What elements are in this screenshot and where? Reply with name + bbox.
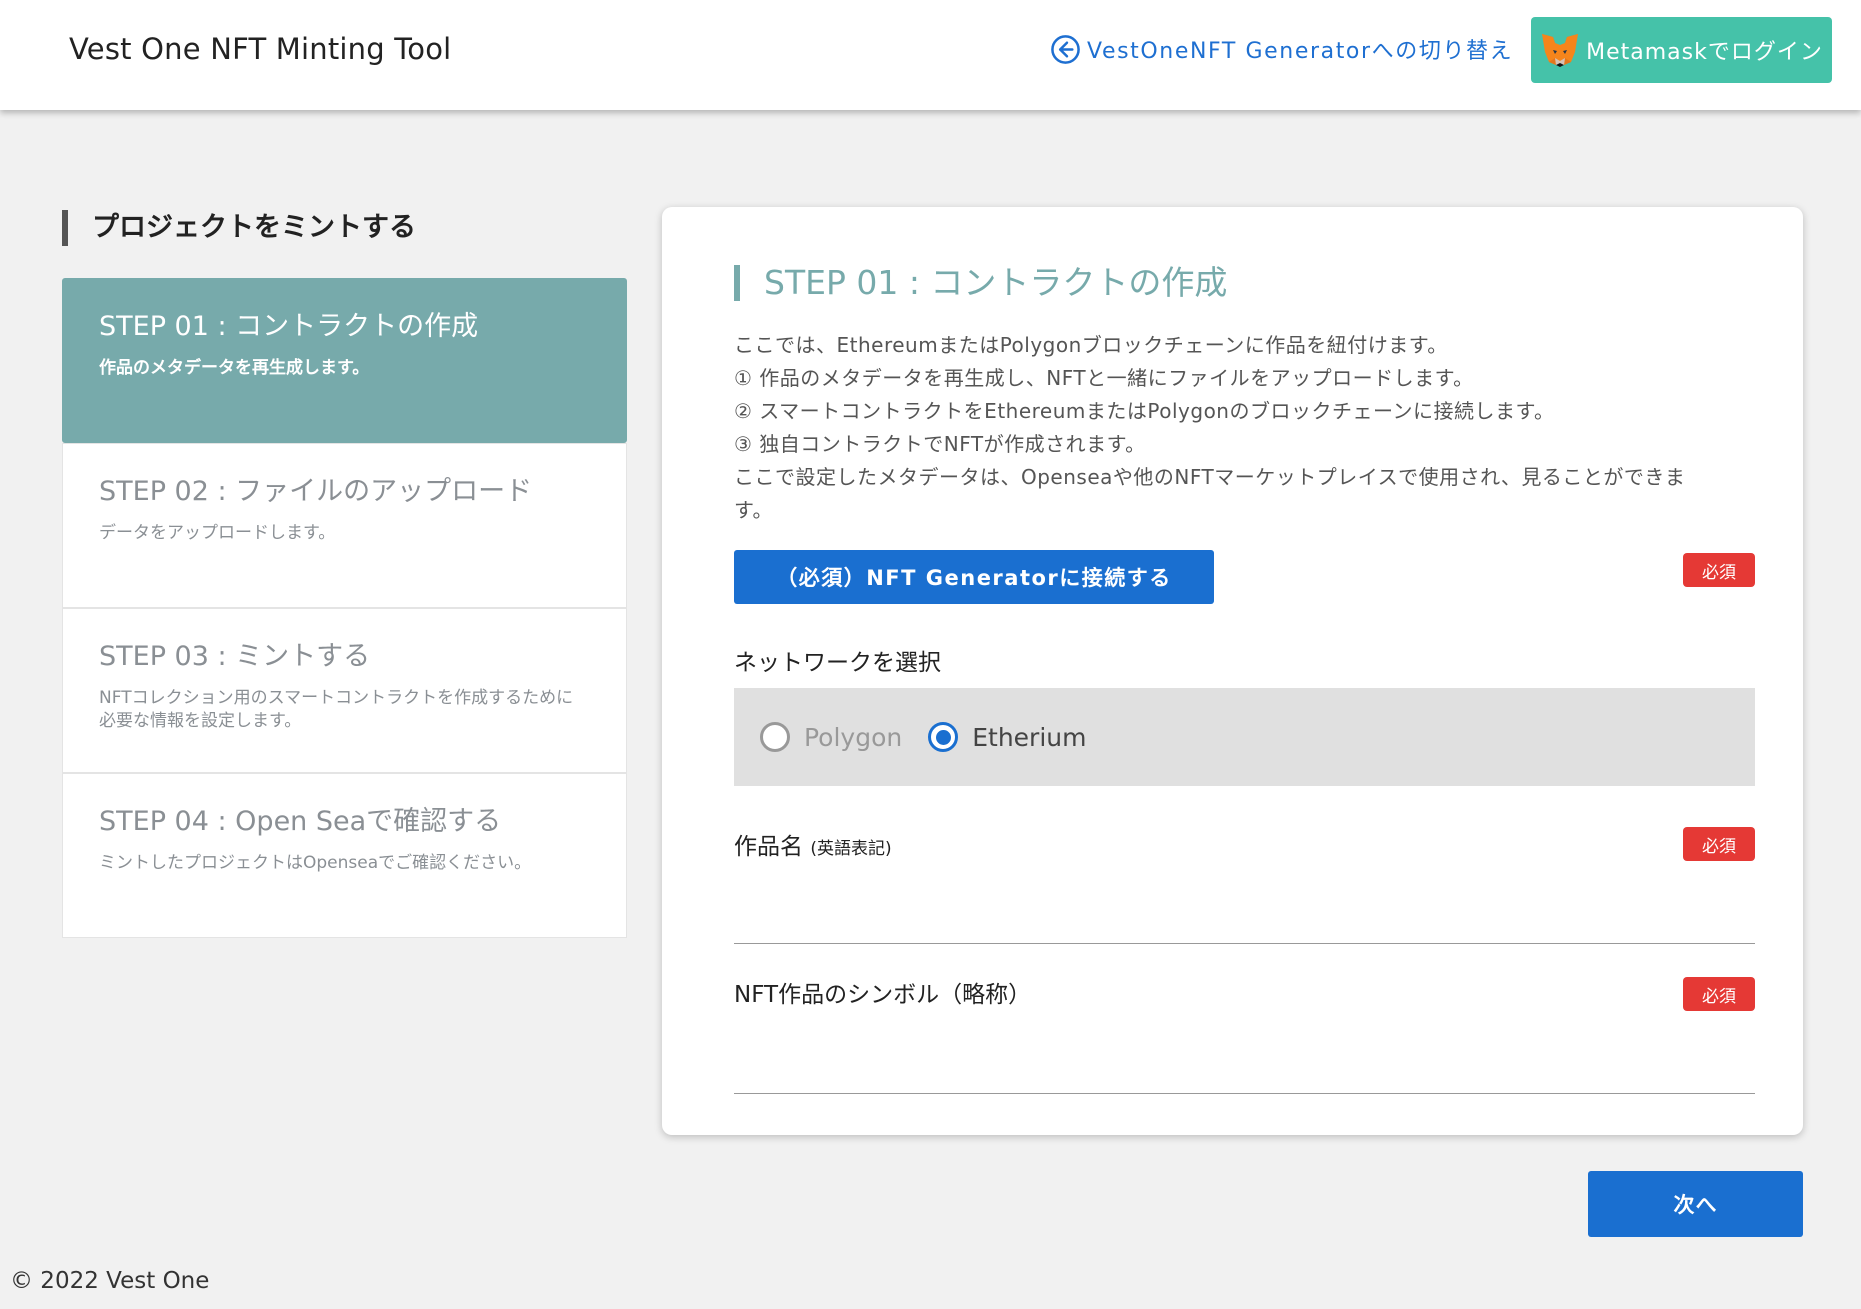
step-list: STEP 01 : コントラクトの作成 作品のメタデータを再生成します。 STE… xyxy=(62,278,627,938)
work-name-input[interactable] xyxy=(734,900,1755,944)
network-label: ネットワークを選択 xyxy=(734,650,941,676)
card-title: STEP 01 : コントラクトの作成 xyxy=(734,265,1227,301)
next-button[interactable]: 次へ xyxy=(1588,1171,1803,1237)
step-desc: ミントしたプロジェクトはOpenseaでご確認ください。 xyxy=(99,853,532,873)
work-name-label-note: (英語表記) xyxy=(810,839,892,859)
metamask-fox-icon xyxy=(1542,34,1579,67)
app-title: Vest One NFT Minting Tool xyxy=(69,32,452,66)
symbol-label: NFT作品のシンボル（略称） xyxy=(734,982,1032,1008)
work-name-label-text: 作品名 xyxy=(734,834,803,860)
top-header: Vest One NFT Minting Tool VestOneNFT Gen… xyxy=(0,0,1861,110)
required-badge: 必須 xyxy=(1683,553,1755,587)
step-item-04[interactable]: STEP 04 : Open Seaで確認する ミントしたプロジェクトはOpen… xyxy=(62,773,627,938)
switch-generator-link[interactable]: VestOneNFT Generatorへの切り替え xyxy=(1050,33,1513,65)
footer-copyright: © 2022 Vest One xyxy=(10,1268,210,1294)
intro-line: ① 作品のメタデータを再生成し、NFTと一緒にファイルをアップロードします。 xyxy=(734,366,1474,390)
radio-checked-icon xyxy=(928,722,959,752)
network-option-polygon[interactable]: Polygon xyxy=(760,722,902,752)
intro-line: ここで設定したメタデータは、Openseaや他のNFTマーケットプレイスで使用さ… xyxy=(734,465,1686,522)
radio-label: Etherium xyxy=(972,722,1087,752)
step-item-01[interactable]: STEP 01 : コントラクトの作成 作品のメタデータを再生成します。 xyxy=(62,278,627,443)
step-desc: 作品のメタデータを再生成します。 xyxy=(99,358,370,378)
step-desc: NFTコレクション用のスマートコントラクトを作成するために必要な情報を設定します… xyxy=(99,688,574,731)
step-title: STEP 03 : ミントする xyxy=(99,641,371,672)
connect-nft-generator-button[interactable]: （必須）NFT Generatorに接続する xyxy=(734,550,1214,604)
step-title: STEP 02 : ファイルのアップロード xyxy=(99,476,533,507)
required-badge: 必須 xyxy=(1683,827,1755,861)
step-title: STEP 04 : Open Seaで確認する xyxy=(99,806,502,837)
work-name-label: 作品名 (英語表記) xyxy=(734,827,892,861)
step-item-02[interactable]: STEP 02 : ファイルのアップロード データをアップロードします。 xyxy=(62,443,627,608)
intro-line: ここでは、EthereumまたはPolygonブロックチェーンに作品を紐付けます… xyxy=(734,333,1448,357)
contract-form-card: STEP 01 : コントラクトの作成 ここでは、EthereumまたはPoly… xyxy=(662,207,1803,1135)
metamask-login-label: Metamaskでログイン xyxy=(1586,40,1823,65)
metamask-login-button[interactable]: Metamaskでログイン xyxy=(1531,17,1832,83)
circle-arrow-left-icon xyxy=(1051,34,1080,64)
symbol-input[interactable] xyxy=(734,1050,1755,1094)
sidebar-heading: プロジェクトをミントする xyxy=(62,210,416,246)
step-item-03[interactable]: STEP 03 : ミントする NFTコレクション用のスマートコントラクトを作成… xyxy=(62,608,627,773)
intro-line: ② スマートコントラクトをEthereumまたはPolygonのブロックチェーン… xyxy=(734,399,1555,423)
network-option-etherium[interactable]: Etherium xyxy=(928,722,1086,752)
intro-line: ③ 独自コントラクトでNFTが作成されます。 xyxy=(734,432,1146,456)
required-badge: 必須 xyxy=(1683,977,1755,1011)
radio-label: Polygon xyxy=(804,722,903,752)
step-title: STEP 01 : コントラクトの作成 xyxy=(99,311,479,342)
step-desc: データをアップロードします。 xyxy=(99,523,336,543)
intro-text: ここでは、EthereumまたはPolygonブロックチェーンに作品を紐付けます… xyxy=(734,329,1724,527)
network-radio-group: Polygon Etherium xyxy=(734,688,1755,786)
radio-unchecked-icon xyxy=(760,722,790,752)
switch-generator-label: VestOneNFT Generatorへの切り替え xyxy=(1087,39,1514,64)
